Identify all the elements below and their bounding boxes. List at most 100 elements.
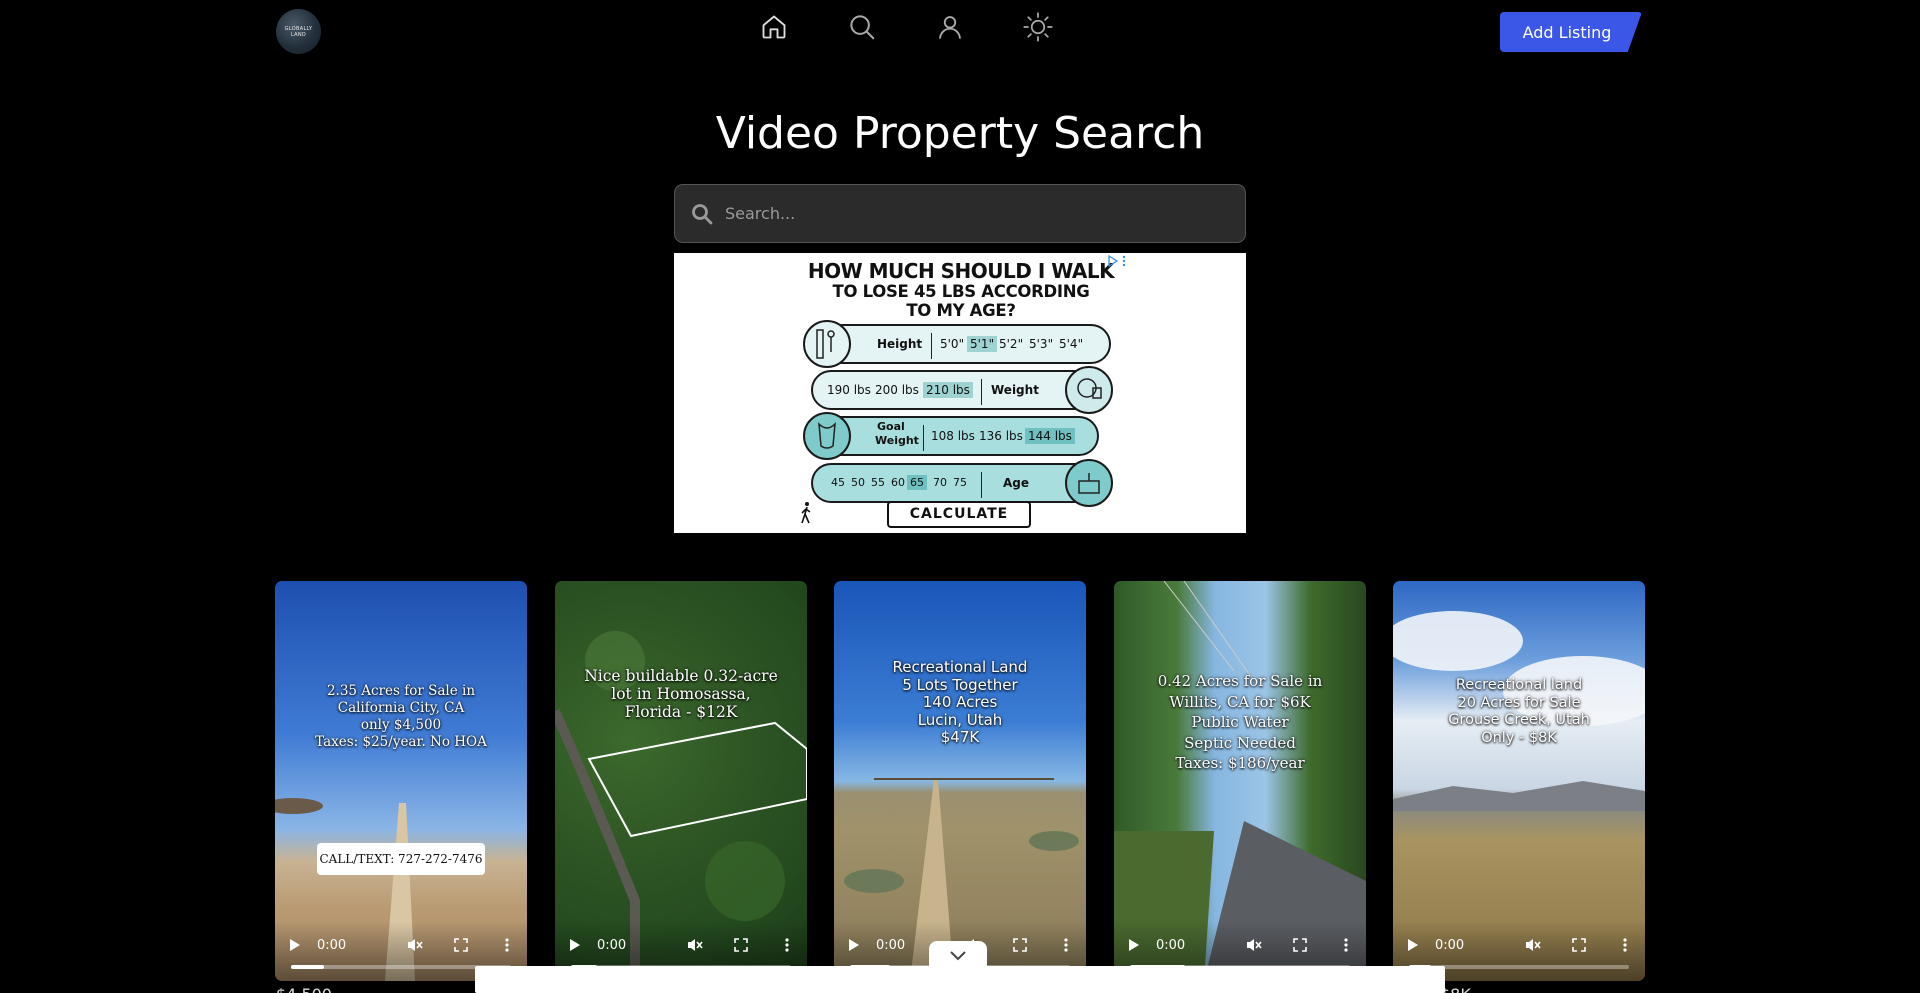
home-icon[interactable]	[759, 12, 789, 42]
goal-weight-pill: Goal Weight 108 lbs 136 lbs 144 lbs	[803, 412, 1099, 460]
page-title: Video Property Search	[715, 108, 1205, 159]
caption-line: Only - $8K	[1481, 729, 1557, 746]
ad-creative[interactable]: HOW MUCH SHOULD I WALK TO LOSE 45 LBS AC…	[791, 253, 1131, 533]
goal-weight-option: 136 lbs	[979, 429, 1023, 443]
caption-line: $47K	[940, 728, 980, 746]
caption-line: 5 Lots Together	[902, 675, 1018, 694]
listing-video-card[interactable]: 2.35 Acres for Sale in California City, …	[275, 581, 527, 981]
site-logo[interactable]: GLOBALLY LAND	[276, 9, 321, 54]
play-icon[interactable]	[289, 938, 303, 952]
height-option: 5'3"	[1029, 337, 1054, 351]
age-option: 55	[871, 476, 885, 489]
play-icon[interactable]	[1128, 938, 1142, 952]
caption-line: Taxes: $25/year. No HOA	[315, 734, 487, 750]
age-option: 50	[851, 476, 865, 489]
more-options-icon[interactable]	[1058, 937, 1074, 953]
caption-line: only $4,500	[360, 717, 442, 733]
height-option: 5'1"	[967, 336, 998, 352]
video-time: 0:00	[1435, 937, 1465, 953]
caption-line: Florida - $12K	[624, 703, 738, 721]
age-option: 60	[891, 476, 905, 489]
caption-line: Willits, CA for $6K	[1169, 692, 1311, 711]
height-option: 5'2"	[999, 337, 1024, 351]
listing-video-card[interactable]: Recreational land 20 Acres for Sale Grou…	[1393, 581, 1645, 981]
more-options-icon[interactable]	[499, 937, 515, 953]
collapse-panel-button[interactable]	[929, 941, 987, 971]
calculate-button[interactable]: CALCULATE	[887, 501, 1031, 528]
search-icon[interactable]	[847, 12, 877, 42]
advertisement[interactable]: HOW MUCH SHOULD I WALK TO LOSE 45 LBS AC…	[674, 253, 1246, 533]
goal-label-2: Weight	[875, 434, 919, 447]
weight-option: 210 lbs	[923, 382, 973, 398]
video-time: 0:00	[1156, 937, 1186, 953]
fullscreen-icon[interactable]	[1012, 937, 1028, 953]
caption-line: 0.42 Acres for Sale in	[1157, 672, 1323, 690]
caption-line: 140 Acres	[922, 693, 998, 711]
goal-label-1: Goal	[877, 420, 905, 433]
caption-line: lot in Homosassa,	[611, 685, 751, 703]
ad-subheadline-2: TO MY AGE?	[906, 301, 1016, 320]
age-option: 65	[907, 475, 927, 490]
caption-line: 2.35 Acres for Sale in	[326, 683, 476, 699]
ruler-person-icon	[803, 320, 851, 368]
ad-headline: HOW MUCH SHOULD I WALK	[807, 259, 1115, 283]
listing-caption: 0.42 Acres for Sale in Willits, CA for $…	[1114, 671, 1366, 774]
height-pill: Height 5'0" 5'1" 5'2" 5'3" 5'4"	[803, 320, 1111, 368]
listing-caption: Nice buildable 0.32-acre lot in Homosass…	[555, 667, 807, 721]
more-options-icon[interactable]	[1338, 937, 1354, 953]
fullscreen-icon[interactable]	[1571, 937, 1587, 953]
video-time: 0:00	[876, 937, 906, 953]
listing-video-card[interactable]: Nice buildable 0.32-acre lot in Homosass…	[555, 581, 807, 981]
search-icon	[689, 201, 715, 227]
add-listing-button[interactable]: Add Listing	[1500, 12, 1642, 52]
mute-icon[interactable]	[687, 937, 703, 953]
page: GLOBALLY LAND Add Listing Video Property…	[0, 0, 1920, 993]
fullscreen-icon[interactable]	[733, 937, 749, 953]
caption-line: California City, CA	[337, 700, 465, 716]
age-pill: 45 50 55 60 65 70 75 Age	[811, 459, 1113, 507]
age-label: Age	[1003, 476, 1030, 490]
ad-choices-icon[interactable]	[1107, 255, 1129, 267]
user-icon[interactable]	[935, 12, 965, 42]
weight-option: 190 lbs	[827, 383, 871, 397]
goal-weight-option: 108 lbs	[931, 429, 975, 443]
fullscreen-icon[interactable]	[453, 937, 469, 953]
phone-banner: CALL/TEXT: 727-272-7476	[317, 843, 485, 875]
listing-caption: Recreational land 20 Acres for Sale Grou…	[1393, 677, 1645, 747]
age-option: 75	[953, 476, 967, 489]
weight-pill: 190 lbs 200 lbs 210 lbs Weight	[811, 366, 1113, 414]
sun-icon[interactable]	[1023, 12, 1053, 42]
listing-video-card[interactable]: 0.42 Acres for Sale in Willits, CA for $…	[1114, 581, 1366, 981]
play-icon[interactable]	[848, 938, 862, 952]
scale-icon	[1065, 366, 1113, 414]
more-options-icon[interactable]	[779, 937, 795, 953]
mute-icon[interactable]	[1246, 937, 1262, 953]
goal-weight-option: 144 lbs	[1025, 428, 1075, 444]
search-bar	[674, 184, 1246, 243]
height-label: Height	[877, 337, 923, 351]
listing-video-card[interactable]: Recreational Land 5 Lots Together 140 Ac…	[834, 581, 1086, 981]
listing-caption: 2.35 Acres for Sale in California City, …	[275, 683, 527, 751]
search-input[interactable]	[725, 204, 1245, 223]
caption-line: Grouse Creek, Utah	[1448, 712, 1590, 728]
age-option: 45	[831, 476, 845, 489]
caption-line: Lucin, Utah	[917, 710, 1003, 729]
caption-line: 20 Acres for Sale	[1457, 694, 1581, 711]
top-nav	[759, 12, 1053, 42]
caption-line: Public Water	[1191, 713, 1289, 731]
ad-subheadline-1: TO LOSE 45 LBS ACCORDING	[832, 282, 1090, 301]
height-option: 5'4"	[1059, 337, 1084, 351]
more-options-icon[interactable]	[1617, 937, 1633, 953]
caption-line: Septic Needed	[1184, 733, 1296, 752]
caption-line: Taxes: $186/year	[1175, 754, 1305, 772]
chevron-down-icon	[950, 951, 966, 961]
mute-icon[interactable]	[407, 937, 423, 953]
fullscreen-icon[interactable]	[1292, 937, 1308, 953]
age-option: 70	[933, 476, 947, 489]
play-icon[interactable]	[1407, 938, 1421, 952]
mute-icon[interactable]	[1525, 937, 1541, 953]
weight-option: 200 lbs	[875, 383, 919, 397]
play-icon[interactable]	[569, 938, 583, 952]
caption-line: Nice buildable 0.32-acre	[584, 667, 778, 685]
listing-caption: Recreational Land 5 Lots Together 140 Ac…	[834, 658, 1086, 747]
